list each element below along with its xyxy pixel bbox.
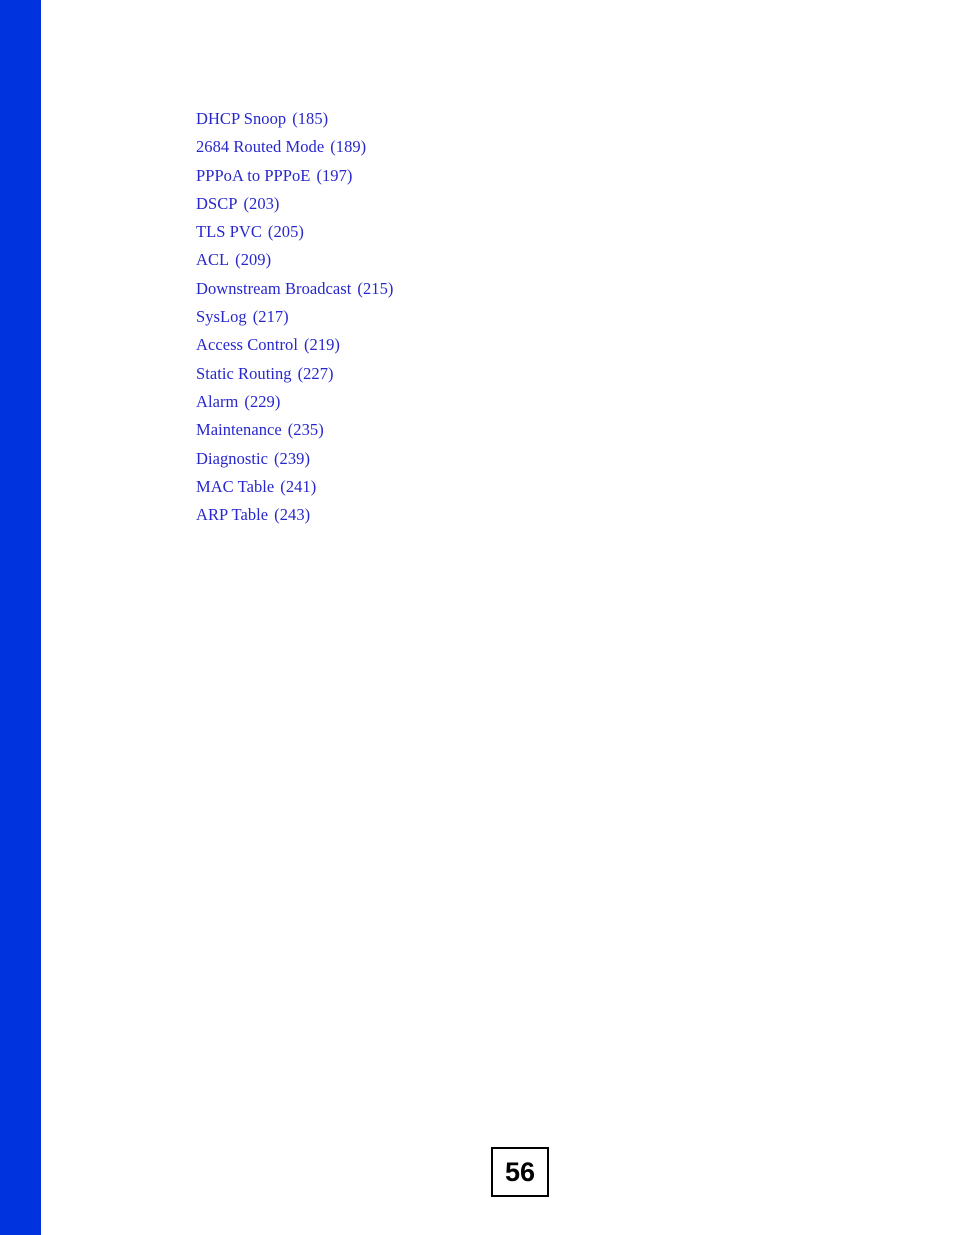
toc-entry-page: (189): [330, 137, 367, 157]
page-content-area: DHCP Snoop (185) 2684 Routed Mode (189) PP…: [41, 0, 954, 1235]
toc-entry-title: Static Routing: [196, 363, 292, 383]
toc-link-alarm[interactable]: Alarm (229): [196, 392, 280, 411]
toc-entry-page: (239): [274, 448, 310, 468]
toc-entry-page: (229): [244, 391, 281, 411]
toc-entry-page: (235): [287, 420, 324, 440]
toc-link-diagnostic[interactable]: Diagnostic (239): [196, 449, 310, 468]
list-item[interactable]: Access Control (219): [196, 331, 393, 359]
toc-link-tls-pvc[interactable]: TLS PVC (205): [196, 222, 304, 241]
list-item[interactable]: Static Routing (227): [196, 360, 393, 388]
list-item[interactable]: ACL (209): [196, 246, 393, 274]
list-item[interactable]: Downstream Broadcast (215): [196, 275, 393, 303]
table-of-contents-list: DHCP Snoop (185) 2684 Routed Mode (189) PP…: [196, 105, 393, 529]
toc-link-dhcp-snoop[interactable]: DHCP Snoop (185): [196, 109, 328, 128]
toc-entry-title: Alarm: [196, 391, 239, 411]
toc-entry-page: (185): [292, 109, 329, 128]
toc-entry-page: (217): [252, 307, 289, 327]
toc-entry-title: SysLog: [196, 307, 247, 327]
toc-link-2684-routed-mode[interactable]: 2684 Routed Mode (189): [196, 137, 366, 156]
toc-entry-page: (219): [303, 335, 340, 355]
toc-entry-title: ACL: [196, 250, 230, 270]
toc-entry-page: (209): [235, 250, 272, 270]
toc-entry-title: Diagnostic: [196, 448, 268, 468]
toc-entry-title: DSCP: [196, 193, 238, 213]
list-item[interactable]: Diagnostic (239): [196, 445, 393, 473]
list-item[interactable]: 2684 Routed Mode (189): [196, 133, 393, 161]
list-item[interactable]: DSCP (203): [196, 190, 393, 218]
toc-link-downstream-broadcast[interactable]: Downstream Broadcast (215): [196, 279, 393, 298]
list-item[interactable]: ARP Table (243): [196, 501, 393, 529]
toc-entry-title: 2684 Routed Mode: [196, 137, 325, 157]
left-accent-bar: [0, 0, 41, 1235]
toc-entry-title: Maintenance: [196, 420, 282, 440]
list-item[interactable]: TLS PVC (205): [196, 218, 393, 246]
toc-link-acl[interactable]: ACL (209): [196, 250, 271, 269]
toc-entry-title: DHCP Snoop: [196, 109, 287, 128]
document-page: DHCP Snoop (185) 2684 Routed Mode (189) PP…: [0, 0, 954, 1235]
toc-link-access-control[interactable]: Access Control (219): [196, 335, 340, 354]
toc-entry-page: (227): [297, 363, 334, 383]
list-item[interactable]: PPPoA to PPPoE (197): [196, 162, 393, 190]
toc-entry-page: (241): [280, 476, 317, 496]
page-number-box: 56: [491, 1147, 549, 1197]
list-item[interactable]: MAC Table (241): [196, 473, 393, 501]
toc-link-maintenance[interactable]: Maintenance (235): [196, 420, 324, 439]
toc-entry-page: (203): [243, 193, 280, 213]
toc-entry-page: (243): [274, 505, 311, 525]
list-item[interactable]: Maintenance (235): [196, 416, 393, 444]
toc-entry-page: (205): [267, 222, 304, 242]
toc-entry-title: Downstream Broadcast: [196, 278, 352, 298]
toc-link-pppoa-to-pppoe[interactable]: PPPoA to PPPoE (197): [196, 166, 352, 185]
toc-entry-page: (215): [357, 278, 394, 298]
toc-link-syslog[interactable]: SysLog (217): [196, 307, 289, 326]
list-item[interactable]: DHCP Snoop (185): [196, 105, 393, 133]
toc-entry-title: PPPoA to PPPoE: [196, 165, 311, 185]
toc-link-static-routing[interactable]: Static Routing (227): [196, 364, 334, 383]
toc-link-mac-table[interactable]: MAC Table (241): [196, 477, 316, 496]
toc-entry-title: MAC Table: [196, 476, 275, 496]
toc-entry-title: Access Control: [196, 335, 298, 355]
page-number: 56: [504, 1156, 536, 1187]
toc-entry-title: TLS PVC: [196, 222, 262, 242]
list-item[interactable]: SysLog (217): [196, 303, 393, 331]
toc-entry-title: ARP Table: [196, 505, 269, 525]
list-item[interactable]: Alarm (229): [196, 388, 393, 416]
toc-link-arp-table[interactable]: ARP Table (243): [196, 505, 310, 524]
toc-link-dscp[interactable]: DSCP (203): [196, 194, 279, 213]
toc-entry-page: (197): [316, 165, 353, 185]
